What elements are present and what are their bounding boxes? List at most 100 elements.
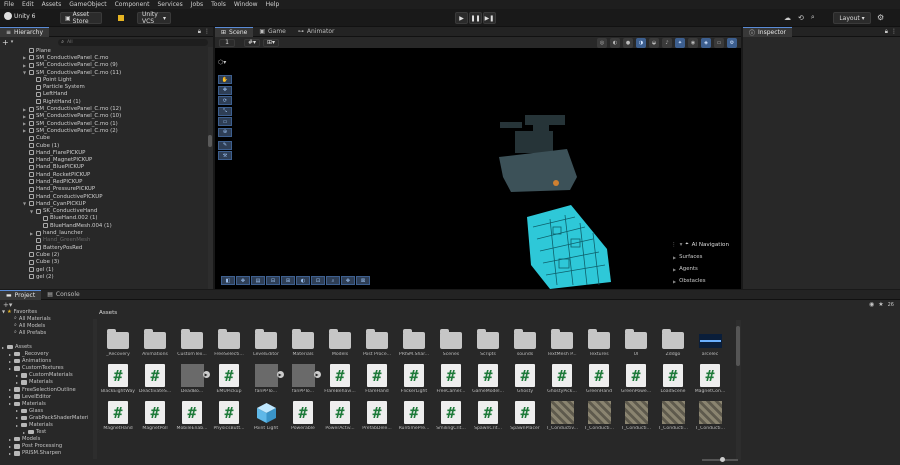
tree-item[interactable]: ⌕ All Materials — [2, 315, 94, 322]
menu-services[interactable]: Services — [157, 1, 182, 8]
asset-prefab[interactable]: ▶ fanPPTo... — [286, 364, 321, 402]
menu-assets[interactable]: Assets — [42, 1, 62, 8]
asset-script[interactable]: # GreenPowe... — [619, 364, 653, 402]
asset-script[interactable]: # Ghosty — [508, 364, 542, 402]
asset-texture[interactable]: T_Conducti... — [582, 401, 616, 439]
hierarchy-item[interactable]: Plane — [0, 47, 206, 54]
hierarchy-item[interactable]: Hand_RocketPICKUP — [0, 171, 206, 178]
asset-folder[interactable]: Materials — [286, 327, 320, 365]
tree-item[interactable]: ▸ CustomMaterials — [2, 372, 94, 379]
ai-navigation-title[interactable]: ⋮ ▾ ⌖ AI Navigation — [671, 241, 743, 248]
tab-project[interactable]: ▬ Project — [0, 289, 42, 300]
cloud-icon[interactable]: ☁ — [784, 14, 791, 22]
asset-script[interactable]: # SpawnPlacer — [508, 401, 542, 439]
search-icon[interactable]: ⌕ — [811, 13, 815, 22]
tree-item[interactable]: ▸ CustomTextures — [2, 365, 94, 372]
scene-view[interactable]: ⊞ Scene ▣ Game ⊶ Animator 1 #▾ ⊞▾ ◎ ◐ ● ◑ ◒ ♪… — [215, 26, 743, 289]
asset-folder[interactable]: LevelEditor — [249, 327, 283, 365]
more-menu-icon[interactable]: ⋮ — [891, 28, 897, 35]
asset-script[interactable]: # FlareBehavi... — [323, 364, 357, 402]
asset-folder[interactable]: Scripts — [471, 327, 505, 365]
menu-gameobject[interactable]: GameObject — [69, 1, 106, 8]
ai-navigation-agents[interactable]: ▶ Agents — [673, 263, 743, 275]
pause-button[interactable]: ❚❚ — [469, 12, 482, 24]
menu-file[interactable]: File — [4, 1, 14, 8]
expand-arrow-icon[interactable]: ▶ — [29, 231, 34, 236]
asset-script[interactable]: # BlackEightWay — [101, 364, 135, 402]
asset-folder[interactable]: Animations — [138, 327, 172, 365]
asset-script[interactable]: # EMUPickup — [212, 364, 246, 402]
lock-icon[interactable]: 🔒︎ — [885, 28, 888, 36]
asset-script[interactable]: # FlareHand — [360, 364, 394, 402]
star-icon[interactable]: ★ — [878, 301, 883, 308]
tree-item[interactable]: ▸ Materials — [2, 400, 94, 407]
assets-scrollbar[interactable] — [736, 320, 741, 460]
tree-item[interactable]: ▸ Models — [2, 436, 94, 443]
tree-item[interactable]: ▸ PRISM.Sharpen — [2, 450, 94, 457]
asset-folder[interactable]: Post Proce... — [360, 327, 394, 365]
asset-cube[interactable]: Point Light — [249, 401, 283, 439]
hierarchy-item[interactable]: Hand_BluePICKUP — [0, 164, 206, 171]
asset-folder[interactable]: Scenes — [434, 327, 468, 365]
asset-texture[interactable]: T_Conducti... — [656, 401, 690, 439]
hierarchy-item[interactable]: Hand_GreenMesh — [0, 237, 206, 244]
hierarchy-item[interactable]: Hand_RedPICKUP — [0, 178, 206, 185]
lock-icon[interactable]: 🔒︎ — [198, 28, 201, 36]
ai-navigation-obstacles[interactable]: ▶ Obstacles — [673, 275, 743, 287]
tree-favorites[interactable]: ▼ ★ Favorites — [2, 308, 94, 315]
tree-scrollbar[interactable] — [93, 319, 97, 459]
hierarchy-item[interactable]: Particle System — [0, 83, 206, 90]
tab-hierarchy[interactable]: ≡ Hierarchy — [0, 26, 50, 37]
asset-folder[interactable]: sounds — [508, 327, 542, 365]
hierarchy-item[interactable]: ▶ SM_ConductivePanel_C.mo (2) — [0, 127, 206, 134]
asset-script[interactable]: # GreenHand — [582, 364, 616, 402]
hierarchy-item[interactable]: BlueHandMesh.004 (1) — [0, 222, 206, 229]
asset-texture[interactable]: T_Conductiv... — [545, 401, 579, 439]
hierarchy-item[interactable]: Cube (2) — [0, 251, 206, 258]
create-button[interactable]: + — [2, 38, 9, 47]
hierarchy-item[interactable]: LeftHand — [0, 91, 206, 98]
asset-script[interactable]: # MagnetPoll — [138, 401, 172, 439]
asset-folder[interactable]: Textures — [582, 327, 616, 365]
hierarchy-item[interactable]: Hand_FlarePICKUP — [0, 149, 206, 156]
asset-script[interactable]: # DeactivateS... — [138, 364, 172, 402]
expand-arrow-icon[interactable]: ▶ — [22, 107, 27, 112]
menu-edit[interactable]: Edit — [22, 1, 34, 8]
hierarchy-item[interactable]: Hand_ConductivePICKUP — [0, 193, 206, 200]
hierarchy-item[interactable]: Hand_PressurePICKUP — [0, 186, 206, 193]
tree-item[interactable]: ▸ Animations — [2, 358, 94, 365]
hierarchy-item[interactable]: Cube (3) — [0, 259, 206, 266]
asset-texture[interactable]: T_Conducti... — [693, 401, 727, 439]
asset-script[interactable]: # SmilingCrit... — [434, 401, 468, 439]
hierarchy-item[interactable]: Point Light — [0, 76, 206, 83]
tree-item[interactable]: ▸ _Recovery — [2, 351, 94, 358]
tree-item[interactable]: ▸ Materials — [2, 379, 94, 386]
tree-item[interactable]: ▸ Materials — [2, 422, 94, 429]
asset-prefab[interactable]: ▶ DeadBo... — [175, 364, 210, 402]
history-icon[interactable]: ⟲ — [798, 14, 804, 22]
asset-store-button[interactable]: ▣ Asset Store — [60, 11, 102, 25]
hierarchy-item[interactable]: Cube — [0, 135, 206, 142]
tab-inspector[interactable]: ⓘ Inspector — [743, 26, 793, 37]
asset-script[interactable]: # MobileEnab... — [175, 401, 209, 439]
expand-arrow-icon[interactable]: ▼ — [22, 70, 27, 75]
asset-script[interactable]: # PhysicsButt... — [212, 401, 246, 439]
expand-arrow-icon[interactable]: ▶ — [22, 63, 27, 68]
hierarchy-item[interactable]: ▶ SM_ConductivePanel_C.mo — [0, 54, 206, 61]
settings-gear-icon[interactable]: ⚙ — [877, 13, 884, 22]
asset-script[interactable]: # PowerActiv... — [323, 401, 357, 439]
step-button[interactable]: ▶❚ — [483, 12, 496, 24]
menu-help[interactable]: Help — [266, 1, 280, 8]
asset-folder[interactable]: TextMesh P... — [545, 327, 579, 365]
tree-item[interactable]: ⌕ All Prefabs — [2, 329, 94, 336]
hierarchy-item[interactable]: Cube (1) — [0, 142, 206, 149]
hierarchy-item[interactable]: gel (1) — [0, 266, 206, 273]
asset-script[interactable]: # LoadScene — [656, 364, 690, 402]
more-menu-icon[interactable]: ⋮ — [204, 28, 210, 35]
asset-script[interactable]: # FreeCamer... — [434, 364, 468, 402]
asset-script[interactable]: # GameModel... — [471, 364, 505, 402]
asset-folder[interactable]: Models — [323, 327, 357, 365]
asset-script[interactable]: # PrefabDele... — [360, 401, 394, 439]
asset-folder[interactable]: FreeSelecti... — [212, 327, 246, 365]
tree-item[interactable] — [2, 336, 94, 343]
